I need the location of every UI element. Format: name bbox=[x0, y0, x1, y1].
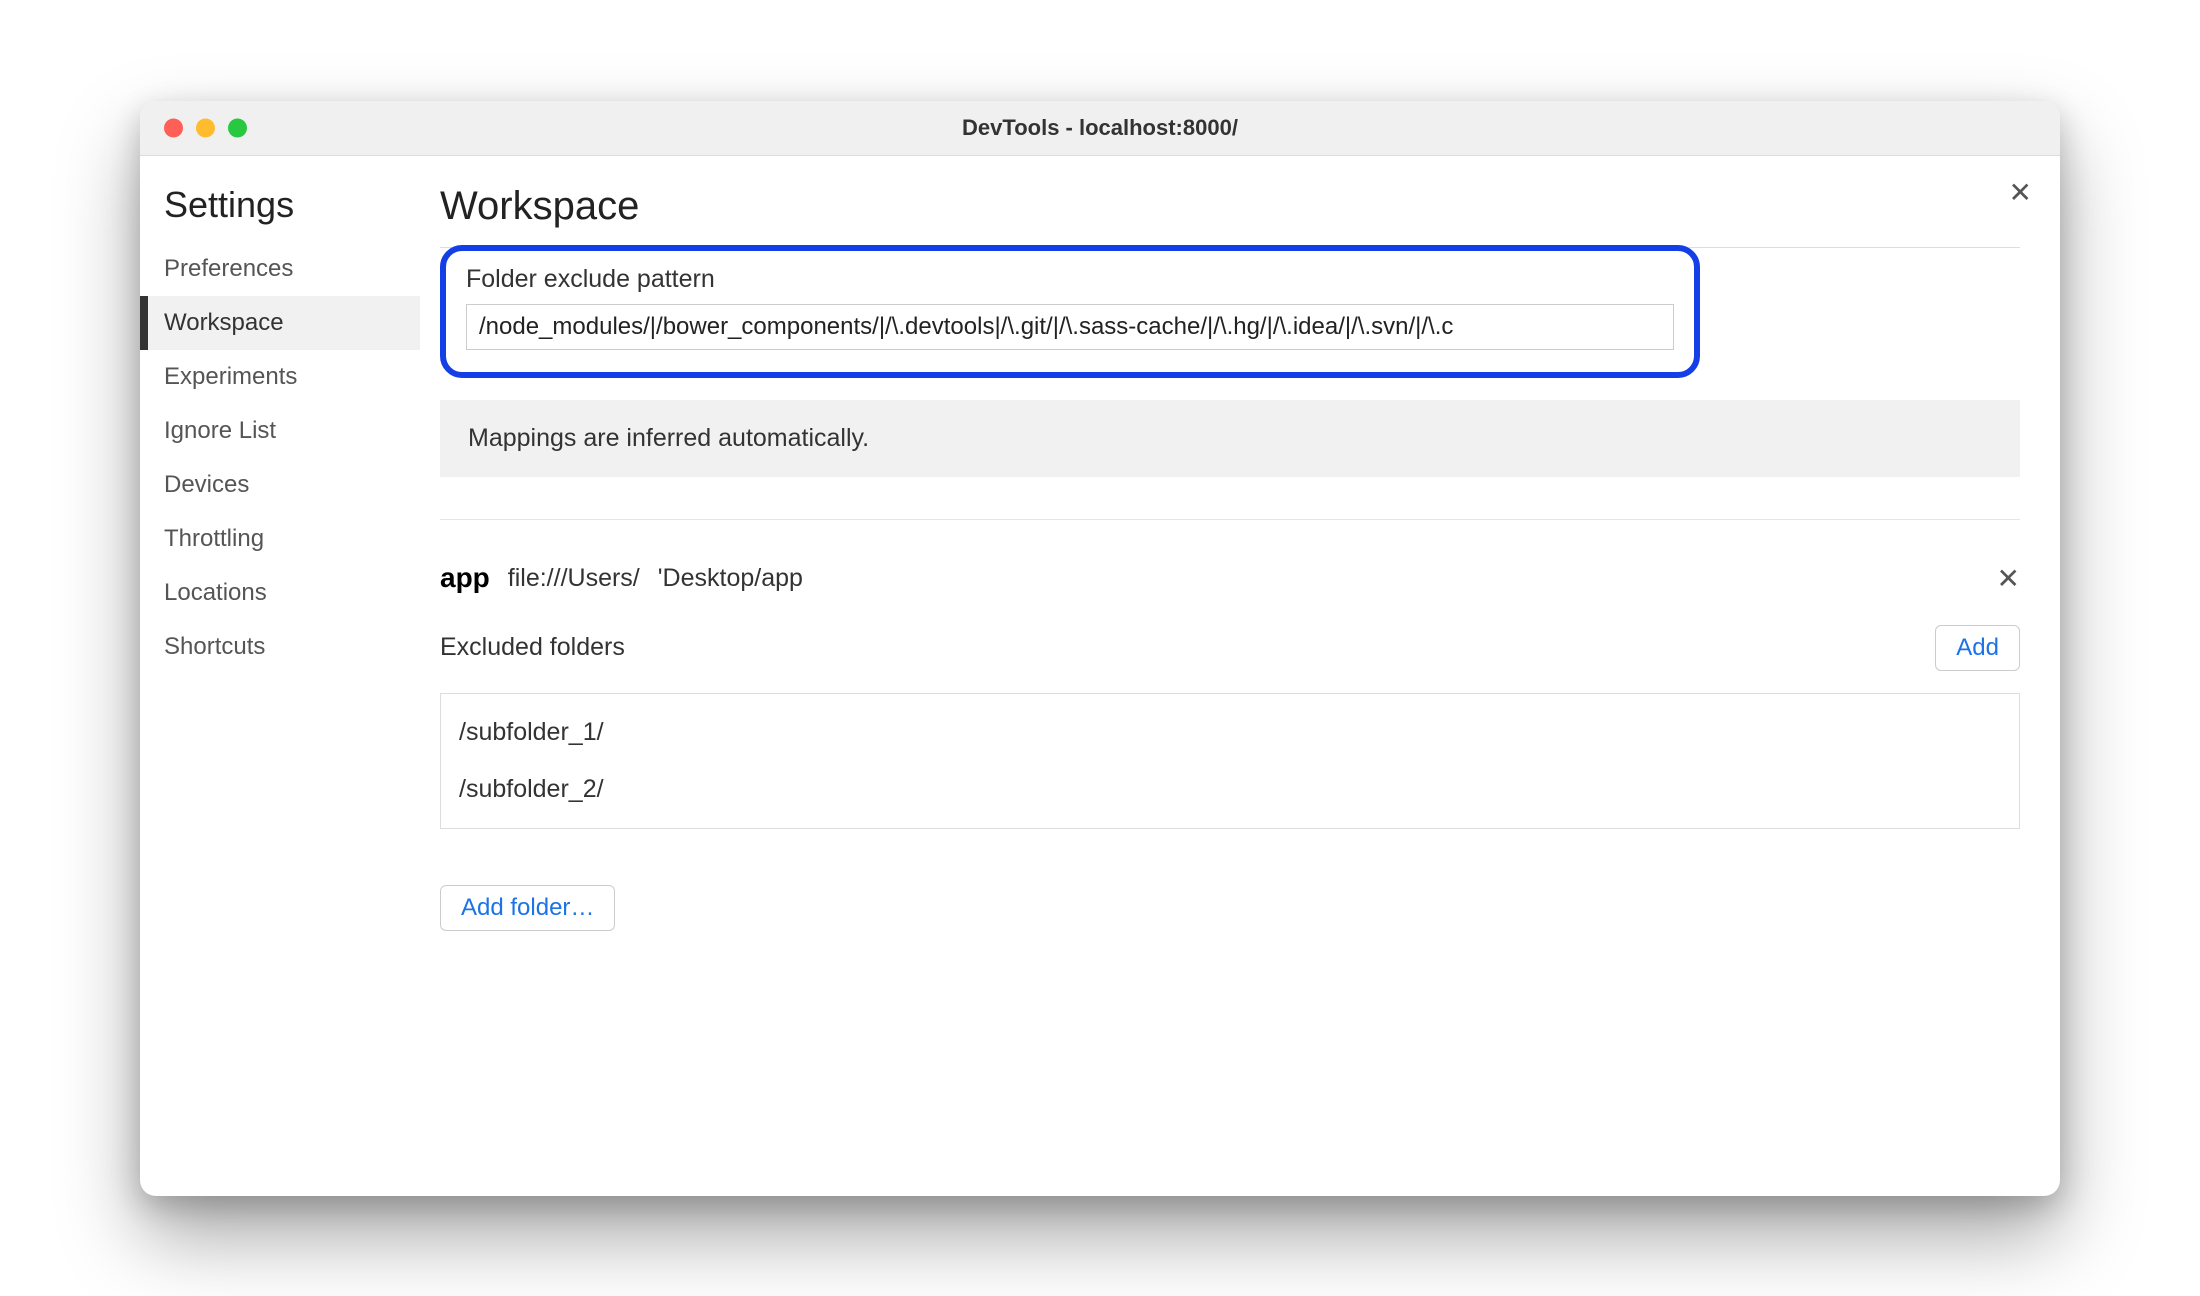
excluded-folders-label: Excluded folders bbox=[440, 633, 625, 662]
exclude-pattern-input[interactable] bbox=[466, 304, 1674, 350]
page-title: Workspace bbox=[440, 184, 2020, 229]
sidebar: Settings Preferences Workspace Experimen… bbox=[140, 156, 420, 1196]
settings-heading: Settings bbox=[140, 184, 420, 242]
sidebar-item-shortcuts[interactable]: Shortcuts bbox=[140, 620, 420, 674]
list-item[interactable]: /subfolder_1/ bbox=[441, 704, 2019, 761]
folder-path-suffix: 'Desktop/app bbox=[658, 564, 803, 593]
add-folder-button[interactable]: Add folder… bbox=[440, 885, 615, 931]
sidebar-item-throttling[interactable]: Throttling bbox=[140, 512, 420, 566]
add-excluded-button[interactable]: Add bbox=[1935, 625, 2020, 671]
add-folder-area: Add folder… bbox=[440, 885, 2020, 931]
window: DevTools - localhost:8000/ ✕ Settings Pr… bbox=[140, 101, 2060, 1196]
folder-row: app file:///Users/ 'Desktop/app ✕ bbox=[440, 562, 2020, 595]
folder-name: app bbox=[440, 562, 490, 594]
excluded-folders-header: Excluded folders Add bbox=[440, 625, 2020, 671]
traffic-lights bbox=[164, 118, 247, 137]
remove-folder-icon[interactable]: ✕ bbox=[1997, 562, 2020, 595]
window-title: DevTools - localhost:8000/ bbox=[962, 115, 1238, 141]
excluded-folders-list: /subfolder_1/ /subfolder_2/ bbox=[440, 693, 2020, 829]
exclude-pattern-label: Folder exclude pattern bbox=[466, 265, 1674, 294]
info-box: Mappings are inferred automatically. bbox=[440, 400, 2020, 477]
sidebar-item-locations[interactable]: Locations bbox=[140, 566, 420, 620]
exclude-pattern-section: Folder exclude pattern bbox=[440, 245, 1700, 378]
folder-path-prefix: file:///Users/ bbox=[508, 564, 640, 593]
window-zoom-button[interactable] bbox=[228, 118, 247, 137]
sidebar-item-devices[interactable]: Devices bbox=[140, 458, 420, 512]
sidebar-item-workspace[interactable]: Workspace bbox=[140, 296, 420, 350]
close-icon[interactable]: ✕ bbox=[2009, 176, 2032, 209]
titlebar: DevTools - localhost:8000/ bbox=[140, 101, 2060, 156]
sidebar-item-experiments[interactable]: Experiments bbox=[140, 350, 420, 404]
section-divider bbox=[440, 519, 2020, 520]
main-panel: Workspace Folder exclude pattern Mapping… bbox=[420, 156, 2060, 1196]
sidebar-item-preferences[interactable]: Preferences bbox=[140, 242, 420, 296]
window-close-button[interactable] bbox=[164, 118, 183, 137]
window-minimize-button[interactable] bbox=[196, 118, 215, 137]
sidebar-item-ignore-list[interactable]: Ignore List bbox=[140, 404, 420, 458]
list-item[interactable]: /subfolder_2/ bbox=[441, 761, 2019, 818]
content: ✕ Settings Preferences Workspace Experim… bbox=[140, 156, 2060, 1196]
